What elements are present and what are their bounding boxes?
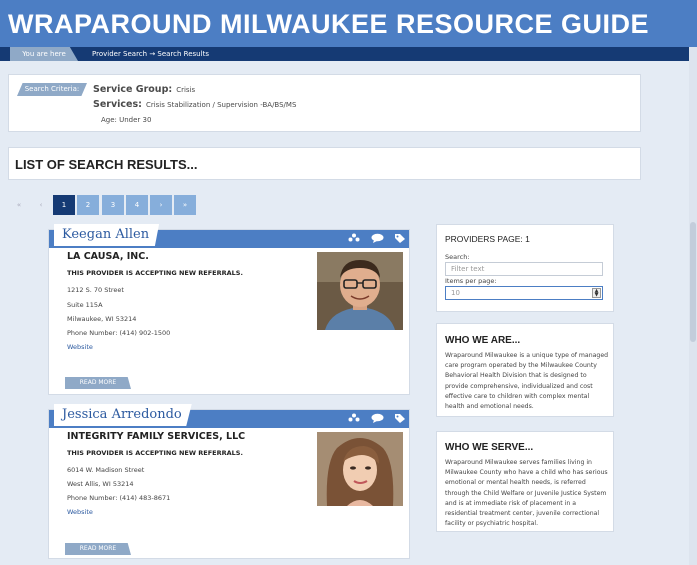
provider-name[interactable]: Jessica Arredondo xyxy=(54,404,192,426)
stepper-arrows-icon[interactable]: ▲ ▼ xyxy=(592,288,601,298)
provider-org: INTEGRITY FAMILY SERVICES, LLC xyxy=(67,431,246,442)
items-per-page-label: Items per page: xyxy=(445,277,497,285)
read-more-button[interactable]: READ MORE xyxy=(65,543,131,555)
search-label: Search: xyxy=(445,253,470,261)
group-icon[interactable] xyxy=(347,413,361,425)
search-criteria-tag: Search Criteria: xyxy=(17,83,87,96)
items-per-page-input[interactable]: 10 ▲ ▼ xyxy=(445,286,603,300)
items-per-page-value: 10 xyxy=(451,289,460,297)
phone-number: Phone Number: (414) 902-1500 xyxy=(67,329,171,337)
page-4-button[interactable]: 4 xyxy=(126,195,148,215)
search-input[interactable]: Filter text xyxy=(445,262,603,276)
first-page-button[interactable]: « xyxy=(8,195,30,215)
who-we-are-panel: WHO WE ARE... Wraparound Milwaukee is a … xyxy=(436,323,614,417)
provider-photo xyxy=(317,252,403,330)
group-icon[interactable] xyxy=(347,233,361,245)
who-we-serve-panel: WHO WE SERVE... Wraparound Milwaukee ser… xyxy=(436,431,614,532)
next-page-button[interactable]: › xyxy=(150,195,172,215)
provider-card: Jessica Arredondo INTEGRITY FAMILY SERVI… xyxy=(48,404,410,559)
who-we-are-text: Wraparound Milwaukee is a unique type of… xyxy=(445,352,609,411)
service-group-label: Service Group: xyxy=(93,84,173,95)
provider-name[interactable]: Keegan Allen xyxy=(54,224,160,246)
tag-icon[interactable] xyxy=(393,413,407,425)
referral-status: THIS PROVIDER IS ACCEPTING NEW REFERRALS… xyxy=(67,449,243,457)
tag-icon[interactable] xyxy=(393,233,407,245)
services-label: Services: xyxy=(93,99,142,110)
service-group-line: Service Group: Crisis xyxy=(93,84,195,95)
prev-page-button[interactable]: ‹ xyxy=(30,195,52,215)
you-are-here-label: You are here xyxy=(10,47,78,61)
provider-card: Keegan Allen LA CAUSA, INC. THIS PROVIDE… xyxy=(48,224,410,395)
page-3-button[interactable]: 3 xyxy=(102,195,124,215)
breadcrumb-path[interactable]: Provider Search → Search Results xyxy=(92,47,209,61)
read-more-button[interactable]: READ MORE xyxy=(65,377,131,389)
referral-status: THIS PROVIDER IS ACCEPTING NEW REFERRALS… xyxy=(67,269,243,277)
who-we-serve-title: WHO WE SERVE... xyxy=(445,442,534,453)
comment-icon[interactable] xyxy=(370,233,384,245)
website-link[interactable]: Website xyxy=(67,343,93,351)
last-page-button[interactable]: » xyxy=(174,195,196,215)
site-header: WRAPAROUND MILWAUKEE RESOURCE GUIDE xyxy=(0,0,697,47)
services-value: Crisis Stabilization / Supervision -BA/B… xyxy=(145,101,297,109)
website-link[interactable]: Website xyxy=(67,508,93,516)
providers-page-title: PROVIDERS PAGE: 1 xyxy=(445,234,530,244)
page-1-button[interactable]: 1 xyxy=(53,195,75,215)
services-line: Services: Crisis Stabilization / Supervis… xyxy=(93,99,296,110)
provider-photo xyxy=(317,432,403,506)
site-title: WRAPAROUND MILWAUKEE RESOURCE GUIDE xyxy=(8,9,650,39)
page-2-button[interactable]: 2 xyxy=(77,195,99,215)
search-criteria-panel: Search Criteria: Service Group: Crisis Se… xyxy=(8,74,641,132)
address-line: West Allis, WI 53214 xyxy=(67,480,134,488)
provider-org: LA CAUSA, INC. xyxy=(67,251,149,262)
address-line: 1212 S. 70 Street xyxy=(67,286,124,294)
breadcrumb: You are here Provider Search → Search Re… xyxy=(0,47,697,61)
comment-icon[interactable] xyxy=(370,413,384,425)
providers-page-panel: PROVIDERS PAGE: 1 Search: Filter text It… xyxy=(436,224,614,312)
address-line: Suite 115A xyxy=(67,301,103,309)
results-title: LIST OF SEARCH RESULTS... xyxy=(15,157,198,172)
who-we-serve-text: Wraparound Milwaukee serves families liv… xyxy=(445,459,608,528)
age-line: Age: Under 30 xyxy=(101,116,152,124)
address-line: Milwaukee, WI 53214 xyxy=(67,315,137,323)
address-line: 6014 W. Madison Street xyxy=(67,466,145,474)
phone-number: Phone Number: (414) 483-8671 xyxy=(67,494,171,502)
scrollbar-thumb[interactable] xyxy=(690,222,696,342)
who-we-are-title: WHO WE ARE... xyxy=(445,335,521,346)
results-title-panel: LIST OF SEARCH RESULTS... xyxy=(8,147,641,180)
page-scrollbar[interactable] xyxy=(689,47,697,565)
service-group-value: Crisis xyxy=(176,86,196,94)
